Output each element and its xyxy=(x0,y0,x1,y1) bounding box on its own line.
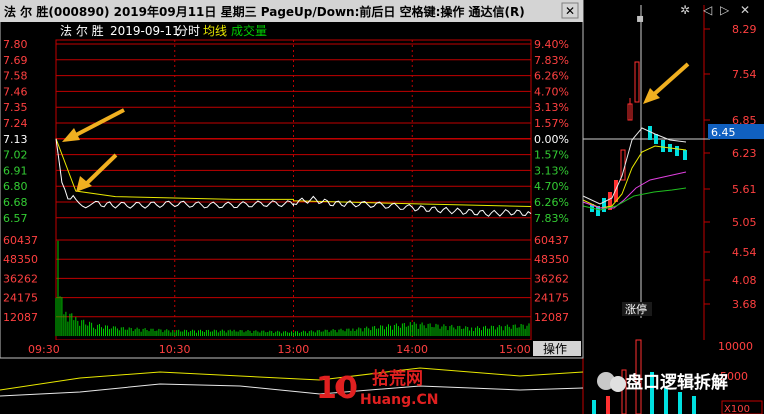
vol-unit-label: X100 xyxy=(724,404,750,414)
daily-price-tick: 6.23 xyxy=(732,147,757,160)
vol-unit-box: X100 xyxy=(721,400,763,414)
limit-up-arrow xyxy=(643,62,690,104)
percent-tick-label: 3.13% xyxy=(534,164,569,177)
wechat-name: 盘口逻辑拆解 xyxy=(626,372,728,393)
time-tick-label: 09:30 xyxy=(28,343,60,356)
price-tick-label: 7.13 xyxy=(3,133,28,146)
daily-price-tick: 4.08 xyxy=(732,274,757,287)
time-tick-label: 10:30 xyxy=(159,343,191,356)
avg-line-legend: 均线 xyxy=(203,24,227,38)
operate-button[interactable]: 操作 xyxy=(533,341,581,356)
time-tick-label: 13:00 xyxy=(278,343,310,356)
current-price-label: 6.45 xyxy=(711,126,736,139)
subtitle-date: 2019-09-11 xyxy=(110,24,180,38)
daily-price-tick: 7.54 xyxy=(732,68,757,81)
price-tick-label: 6.57 xyxy=(3,212,28,225)
percent-tick-label: 1.57% xyxy=(534,117,569,130)
volume-tick-label: 60437 xyxy=(3,234,38,247)
price-tick-label: 7.80 xyxy=(3,38,28,51)
limit-up-label: 涨停 xyxy=(625,302,647,316)
time-tick-label: 14:00 xyxy=(396,343,428,356)
volume-tick-label: 24175 xyxy=(3,292,38,305)
price-tick-label: 6.80 xyxy=(3,180,28,193)
price-tick-label: 7.58 xyxy=(3,70,28,83)
percent-tick-label: 9.40% xyxy=(534,38,569,51)
price-tick-label: 7.24 xyxy=(3,117,28,130)
percent-tick-label: 4.70% xyxy=(534,180,569,193)
daily-price-tick: 3.68 xyxy=(732,298,757,311)
percent-tick-label: 7.83% xyxy=(534,212,569,225)
volume-tick-label-right: 36262 xyxy=(534,272,569,285)
volume-tick-label-right: 60437 xyxy=(534,234,569,247)
daily-price-tick: 5.05 xyxy=(732,216,757,229)
price-tick-label: 7.02 xyxy=(3,149,28,162)
price-tick-label: 7.46 xyxy=(3,85,28,98)
daily-price-axis: 8.297.546.856.235.615.054.544.083.68 xyxy=(704,23,757,311)
bottom-volume-strip xyxy=(0,367,584,397)
volume-tick-label: 48350 xyxy=(3,253,38,266)
nav-right-icon[interactable]: ▷ xyxy=(720,3,730,17)
price-tick-label: 6.68 xyxy=(3,196,28,209)
site-logo-watermark: 10 拾荒网 Huang.CN xyxy=(316,368,438,408)
percent-tick-label: 7.83% xyxy=(534,54,569,67)
volume-legend: 成交量 xyxy=(231,23,267,38)
dot-icon: ▪ xyxy=(636,11,644,25)
popup-close-button[interactable]: ✕ xyxy=(561,2,579,19)
volume-tick-label: 12087 xyxy=(3,311,38,324)
logo-site-en: Huang.CN xyxy=(360,392,438,408)
percent-tick-label: 0.00% xyxy=(534,133,569,146)
screen-canvas: 8.297.546.856.235.615.054.544.083.68 6.4… xyxy=(0,0,764,414)
price-tick-label: 6.91 xyxy=(3,164,28,177)
daily-volume-tick: 10000 xyxy=(718,340,753,353)
percent-tick-label: 6.26% xyxy=(534,70,569,83)
popup-title: 法 尔 胜(000890) 2019年09月11日 星期三 PageUp/Dow… xyxy=(4,4,525,19)
daily-price-tick: 8.29 xyxy=(732,23,757,36)
operate-label[interactable]: 操作 xyxy=(543,341,567,356)
price-tick-label: 7.35 xyxy=(3,101,28,114)
percent-tick-label: 6.26% xyxy=(534,196,569,209)
daily-price-tick: 5.61 xyxy=(732,183,757,196)
wechat-watermark: 盘口逻辑拆解 xyxy=(597,372,728,393)
percent-tick-label: 3.13% xyxy=(534,101,569,114)
logo-site-cn: 拾荒网 xyxy=(372,368,423,389)
price-tick-label: 7.69 xyxy=(3,54,28,67)
intraday-popup: 法 尔 胜(000890) 2019年09月11日 星期三 PageUp/Dow… xyxy=(0,0,584,359)
limit-up-tag: 涨停 xyxy=(622,302,652,316)
subtitle-stock-name: 法 尔 胜 xyxy=(60,23,104,38)
percent-tick-label: 1.57% xyxy=(534,149,569,162)
volume-tick-label-right: 24175 xyxy=(534,292,569,305)
current-price-marker: 6.45 xyxy=(708,124,764,139)
window-controls: ▪ ✲ ◁ ▷ ✕ xyxy=(636,3,750,25)
close-icon[interactable]: ✕ xyxy=(565,4,575,18)
nav-left-icon[interactable]: ◁ xyxy=(702,3,712,17)
volume-tick-label-right: 12087 xyxy=(534,311,569,324)
time-tick-label: 15:00 xyxy=(499,343,531,356)
daily-price-tick: 4.54 xyxy=(732,246,757,259)
volume-tick-label-right: 48350 xyxy=(534,253,569,266)
subtitle-mode: 分时 xyxy=(176,24,200,38)
volume-tick-label: 36262 xyxy=(3,272,38,285)
settings-icon[interactable]: ✲ xyxy=(680,3,690,17)
percent-tick-label: 4.70% xyxy=(534,85,569,98)
window-close-icon[interactable]: ✕ xyxy=(740,3,750,17)
